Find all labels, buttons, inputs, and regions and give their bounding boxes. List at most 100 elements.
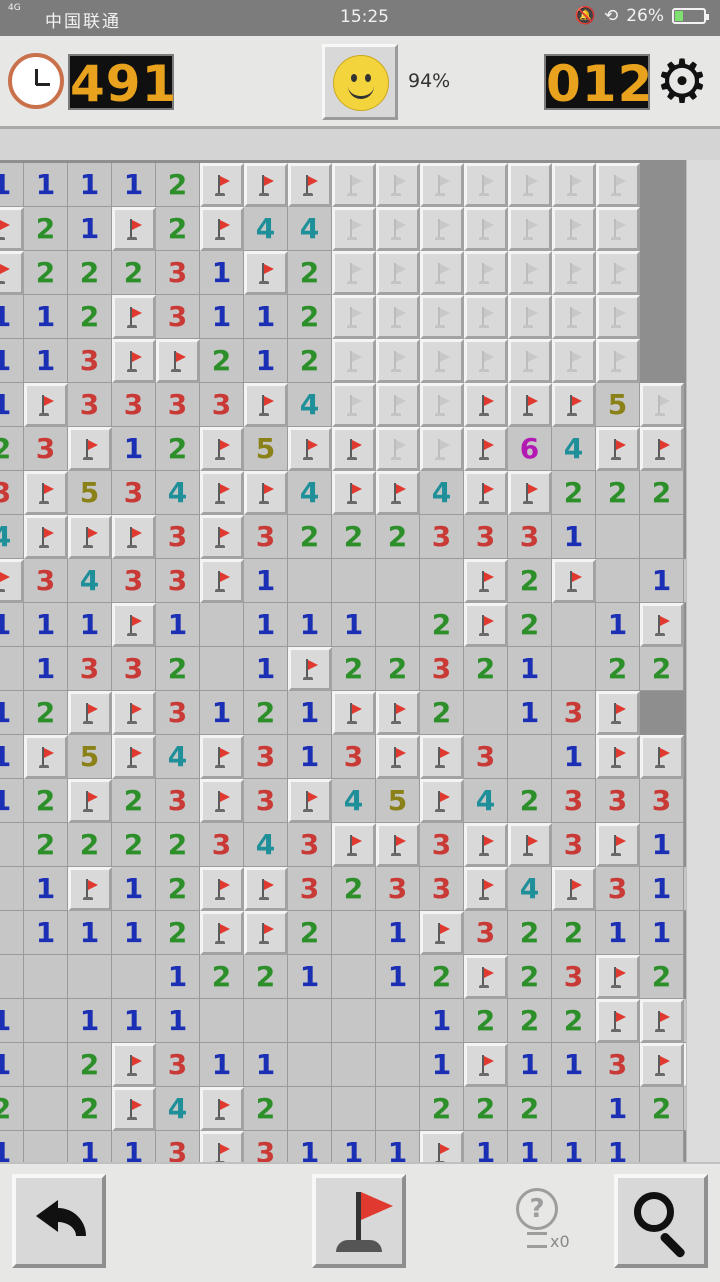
empty-cell[interactable] [332, 999, 376, 1043]
hidden-cell[interactable] [464, 207, 508, 251]
number-cell[interactable]: 1 [464, 1131, 508, 1162]
number-cell[interactable]: 1 [552, 1043, 596, 1087]
number-cell[interactable]: 1 [24, 647, 68, 691]
number-cell[interactable]: 4 [508, 867, 552, 911]
empty-cell[interactable] [200, 603, 244, 647]
flagged-cell[interactable] [596, 691, 640, 735]
number-cell[interactable]: 3 [200, 823, 244, 867]
empty-cell[interactable] [68, 955, 112, 999]
number-cell[interactable]: 1 [552, 515, 596, 559]
number-cell[interactable]: 2 [68, 823, 112, 867]
hidden-cell[interactable] [420, 383, 464, 427]
flagged-cell[interactable] [68, 427, 112, 471]
empty-cell[interactable] [596, 559, 640, 603]
hidden-cell[interactable] [596, 339, 640, 383]
flagged-cell[interactable] [640, 603, 684, 647]
number-cell[interactable]: 1 [244, 647, 288, 691]
number-cell[interactable]: 5 [68, 471, 112, 515]
number-cell[interactable]: 1 [420, 999, 464, 1043]
number-cell[interactable]: 1 [552, 1131, 596, 1162]
number-cell[interactable]: 2 [24, 251, 68, 295]
number-cell[interactable]: 5 [596, 383, 640, 427]
number-cell[interactable]: 2 [156, 867, 200, 911]
flagged-cell[interactable] [112, 515, 156, 559]
flagged-cell[interactable] [24, 383, 68, 427]
hidden-cell[interactable] [376, 295, 420, 339]
number-cell[interactable]: 1 [332, 1131, 376, 1162]
flagged-cell[interactable] [200, 471, 244, 515]
number-cell[interactable]: 2 [508, 603, 552, 647]
flagged-cell[interactable] [156, 339, 200, 383]
flagged-cell[interactable] [112, 339, 156, 383]
number-cell[interactable]: 1 [552, 735, 596, 779]
number-cell[interactable]: 3 [156, 383, 200, 427]
flagged-cell[interactable] [68, 691, 112, 735]
number-cell[interactable]: 1 [112, 911, 156, 955]
number-cell[interactable]: 1 [0, 603, 24, 647]
flagged-cell[interactable] [376, 471, 420, 515]
number-cell[interactable]: 2 [68, 295, 112, 339]
number-cell[interactable]: 4 [156, 735, 200, 779]
empty-cell[interactable] [0, 867, 24, 911]
number-cell[interactable]: 3 [244, 779, 288, 823]
number-cell[interactable]: 2 [464, 1087, 508, 1131]
number-cell[interactable]: 2 [552, 471, 596, 515]
number-cell[interactable]: 2 [464, 999, 508, 1043]
empty-cell[interactable] [332, 1087, 376, 1131]
hint-button[interactable]: ? x0 [512, 1188, 572, 1268]
number-cell[interactable]: 2 [24, 691, 68, 735]
number-cell[interactable]: 2 [24, 779, 68, 823]
hidden-cell[interactable] [376, 251, 420, 295]
number-cell[interactable]: 1 [0, 383, 24, 427]
number-cell[interactable]: 1 [596, 1131, 640, 1162]
number-cell[interactable]: 1 [68, 163, 112, 207]
number-cell[interactable]: 3 [68, 383, 112, 427]
number-cell[interactable]: 4 [288, 471, 332, 515]
hidden-cell[interactable] [552, 339, 596, 383]
number-cell[interactable]: 3 [112, 471, 156, 515]
number-cell[interactable]: 3 [552, 691, 596, 735]
number-cell[interactable]: 1 [0, 735, 24, 779]
empty-cell[interactable] [0, 911, 24, 955]
flagged-cell[interactable] [200, 207, 244, 251]
number-cell[interactable]: 2 [288, 515, 332, 559]
number-cell[interactable]: 2 [244, 955, 288, 999]
number-cell[interactable]: 2 [0, 427, 24, 471]
number-cell[interactable]: 2 [288, 911, 332, 955]
flagged-cell[interactable] [596, 823, 640, 867]
flagged-cell[interactable] [244, 163, 288, 207]
number-cell[interactable]: 3 [68, 647, 112, 691]
number-cell[interactable]: 3 [596, 867, 640, 911]
empty-cell[interactable] [420, 559, 464, 603]
flagged-cell[interactable] [244, 471, 288, 515]
number-cell[interactable]: 1 [244, 603, 288, 647]
number-cell[interactable]: 3 [244, 515, 288, 559]
empty-cell[interactable] [376, 999, 420, 1043]
flagged-cell[interactable] [112, 1043, 156, 1087]
flagged-cell[interactable] [200, 1131, 244, 1162]
number-cell[interactable]: 3 [24, 427, 68, 471]
hidden-cell[interactable] [376, 163, 420, 207]
number-cell[interactable]: 1 [288, 735, 332, 779]
number-cell[interactable]: 1 [112, 163, 156, 207]
board-scroll-area[interactable] [686, 160, 720, 1162]
hidden-cell[interactable] [508, 207, 552, 251]
flagged-cell[interactable] [596, 427, 640, 471]
number-cell[interactable]: 1 [332, 603, 376, 647]
flagged-cell[interactable] [200, 735, 244, 779]
number-cell[interactable]: 2 [508, 1087, 552, 1131]
number-cell[interactable]: 3 [156, 691, 200, 735]
number-cell[interactable]: 3 [420, 867, 464, 911]
number-cell[interactable]: 2 [508, 559, 552, 603]
number-cell[interactable]: 1 [68, 1131, 112, 1162]
number-cell[interactable]: 1 [0, 1131, 24, 1162]
number-cell[interactable]: 1 [596, 911, 640, 955]
number-cell[interactable]: 2 [552, 911, 596, 955]
flagged-cell[interactable] [332, 471, 376, 515]
empty-cell[interactable] [552, 603, 596, 647]
number-cell[interactable]: 1 [24, 295, 68, 339]
number-cell[interactable]: 1 [244, 1043, 288, 1087]
flagged-cell[interactable] [332, 691, 376, 735]
empty-cell[interactable] [24, 1131, 68, 1162]
number-cell[interactable]: 1 [288, 603, 332, 647]
